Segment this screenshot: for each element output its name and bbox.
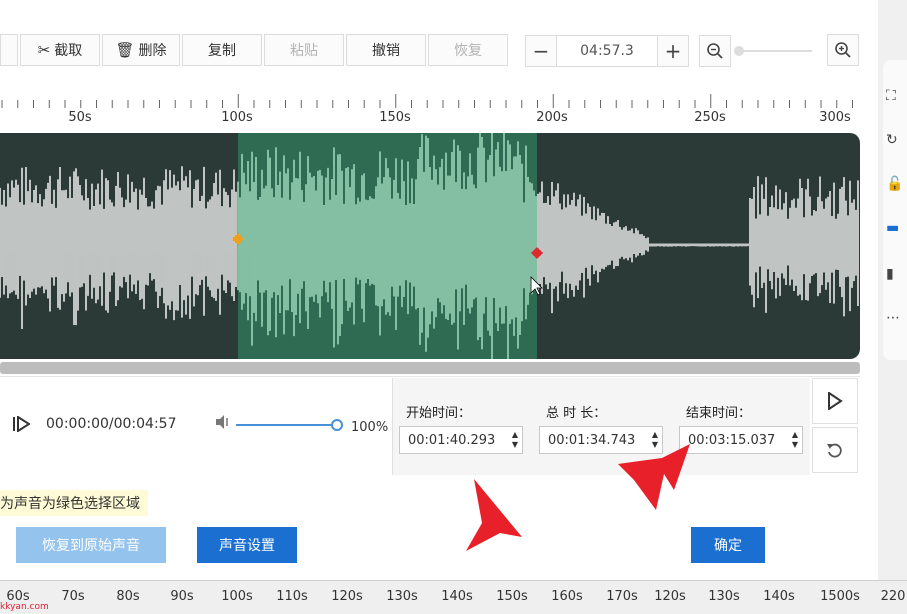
confirm-button[interactable]: 确定 bbox=[691, 527, 765, 563]
trash-icon: 🗑 bbox=[115, 41, 135, 59]
zoom-slider[interactable] bbox=[728, 34, 816, 66]
timeline-label: 70s bbox=[61, 589, 85, 604]
cut-button[interactable]: ✂ 截取 bbox=[20, 34, 100, 66]
zoom-slider-knob[interactable] bbox=[734, 46, 744, 56]
ruler-label: 200s bbox=[536, 110, 568, 125]
play-selection-icon bbox=[828, 392, 843, 410]
start-time-field[interactable]: 00:01:40.293 ▲ ▼ bbox=[399, 426, 523, 454]
undo-button[interactable]: 撤销 bbox=[346, 34, 426, 66]
annotation-arrow-up bbox=[466, 479, 522, 551]
volume-slider[interactable] bbox=[236, 424, 336, 426]
zoom-time-display: 04:57.3 bbox=[557, 35, 657, 67]
timeline-label: 130s bbox=[708, 589, 740, 604]
timeline-label: 120s bbox=[331, 589, 363, 604]
edit-toolbar: ✂ 截取 🗑 删除 复制 粘贴 撤销 恢复 bbox=[0, 34, 520, 68]
annotation-arrow-end bbox=[618, 444, 690, 510]
sound-settings-button[interactable]: 声音设置 bbox=[197, 527, 297, 563]
more-icon[interactable]: ⋯ bbox=[886, 310, 900, 326]
playback-time: 00:00:00/00:04:57 bbox=[46, 416, 177, 432]
timeline-label: 160s bbox=[551, 589, 583, 604]
timeline-label: 170s bbox=[606, 589, 638, 604]
bottom-timeline: 60s 70s 80s 90s 100s 110s 120s 130s 140s… bbox=[0, 580, 907, 614]
ruler-label: 150s bbox=[379, 110, 411, 125]
ruler-label: 50s bbox=[68, 110, 92, 125]
horizontal-scrollbar[interactable] bbox=[0, 362, 860, 374]
phone-icon[interactable]: ▮ bbox=[886, 266, 894, 282]
audio-editor: ✂ 截取 🗑 删除 复制 粘贴 撤销 恢复 − 04:57.3 + 50s 10… bbox=[0, 0, 907, 614]
watermark: kkyan.com bbox=[0, 602, 49, 612]
waveform[interactable] bbox=[0, 133, 860, 359]
lock-icon[interactable]: 🔓 bbox=[886, 176, 903, 192]
selection-tip: 为声音为绿色选择区域 bbox=[0, 490, 148, 516]
zoom-minus-button[interactable]: − bbox=[525, 35, 557, 67]
timeline-label: 1500s bbox=[820, 589, 860, 604]
end-time-field[interactable]: 00:03:15.037 ▲ ▼ bbox=[679, 426, 803, 454]
zoom-slider-track bbox=[738, 50, 812, 52]
reset-icon bbox=[827, 443, 842, 458]
volume-slider-knob[interactable] bbox=[331, 419, 343, 431]
duration-label: 总 时 长： bbox=[546, 406, 607, 421]
timeline-label: 110s bbox=[276, 589, 308, 604]
play-selection-button[interactable] bbox=[812, 378, 858, 424]
zoom-in-button[interactable] bbox=[827, 34, 859, 66]
start-time-label: 开始时间： bbox=[406, 406, 472, 421]
volume-icon[interactable] bbox=[214, 414, 232, 434]
ruler-label: 100s bbox=[221, 110, 253, 125]
rotate-icon[interactable]: ↻ bbox=[886, 132, 898, 148]
end-time-spinner[interactable]: ▲ ▼ bbox=[792, 430, 798, 450]
monitor-icon[interactable]: ▬ bbox=[886, 220, 899, 236]
end-time-label: 结束时间： bbox=[686, 406, 752, 421]
restore-original-button[interactable]: 恢复到原始声音 bbox=[16, 527, 166, 563]
start-time-spinner[interactable]: ▲ ▼ bbox=[512, 430, 518, 450]
timeline-label: 120s bbox=[654, 589, 686, 604]
timeline-label: 150s bbox=[496, 589, 528, 604]
copy-button[interactable]: 复制 bbox=[182, 34, 262, 66]
delete-button[interactable]: 🗑 删除 bbox=[102, 34, 180, 66]
paste-button[interactable]: 粘贴 bbox=[264, 34, 344, 66]
ruler-label: 300s bbox=[819, 110, 851, 125]
timeline-label: 90s bbox=[170, 589, 194, 604]
screenshot-icon[interactable]: ⛶ bbox=[886, 88, 896, 104]
timeline-label: 140s bbox=[441, 589, 473, 604]
reset-button[interactable] bbox=[812, 427, 858, 473]
ruler-label: 250s bbox=[694, 110, 726, 125]
zoom-out-button[interactable] bbox=[699, 35, 731, 67]
zoom-in-icon bbox=[835, 42, 851, 58]
timeline-label: 140s bbox=[763, 589, 795, 604]
selection-time-panel: 开始时间： 00:01:40.293 ▲ ▼ 总 时 长： 00:01:34.74… bbox=[392, 378, 810, 475]
zoom-plus-button[interactable]: + bbox=[657, 35, 689, 67]
redo-button[interactable]: 恢复 bbox=[428, 34, 508, 66]
ruler-ticks bbox=[1, 94, 853, 108]
play-icon[interactable] bbox=[12, 415, 31, 436]
timeline-label: 80s bbox=[116, 589, 140, 604]
timeline-label: 220 bbox=[880, 589, 906, 604]
zoom-out-icon bbox=[707, 43, 723, 59]
zoom-controls: − 04:57.3 + bbox=[525, 34, 731, 68]
time-ruler: 50s 100s 150s 200s 250s 300s bbox=[0, 94, 860, 132]
timeline-label: 130s bbox=[386, 589, 418, 604]
toolbar-edge bbox=[0, 34, 18, 66]
volume-percent: 100% bbox=[351, 420, 389, 435]
scissors-icon: ✂ bbox=[37, 41, 51, 59]
waveform-canvas[interactable] bbox=[0, 133, 860, 359]
timeline-label: 100s bbox=[221, 589, 253, 604]
